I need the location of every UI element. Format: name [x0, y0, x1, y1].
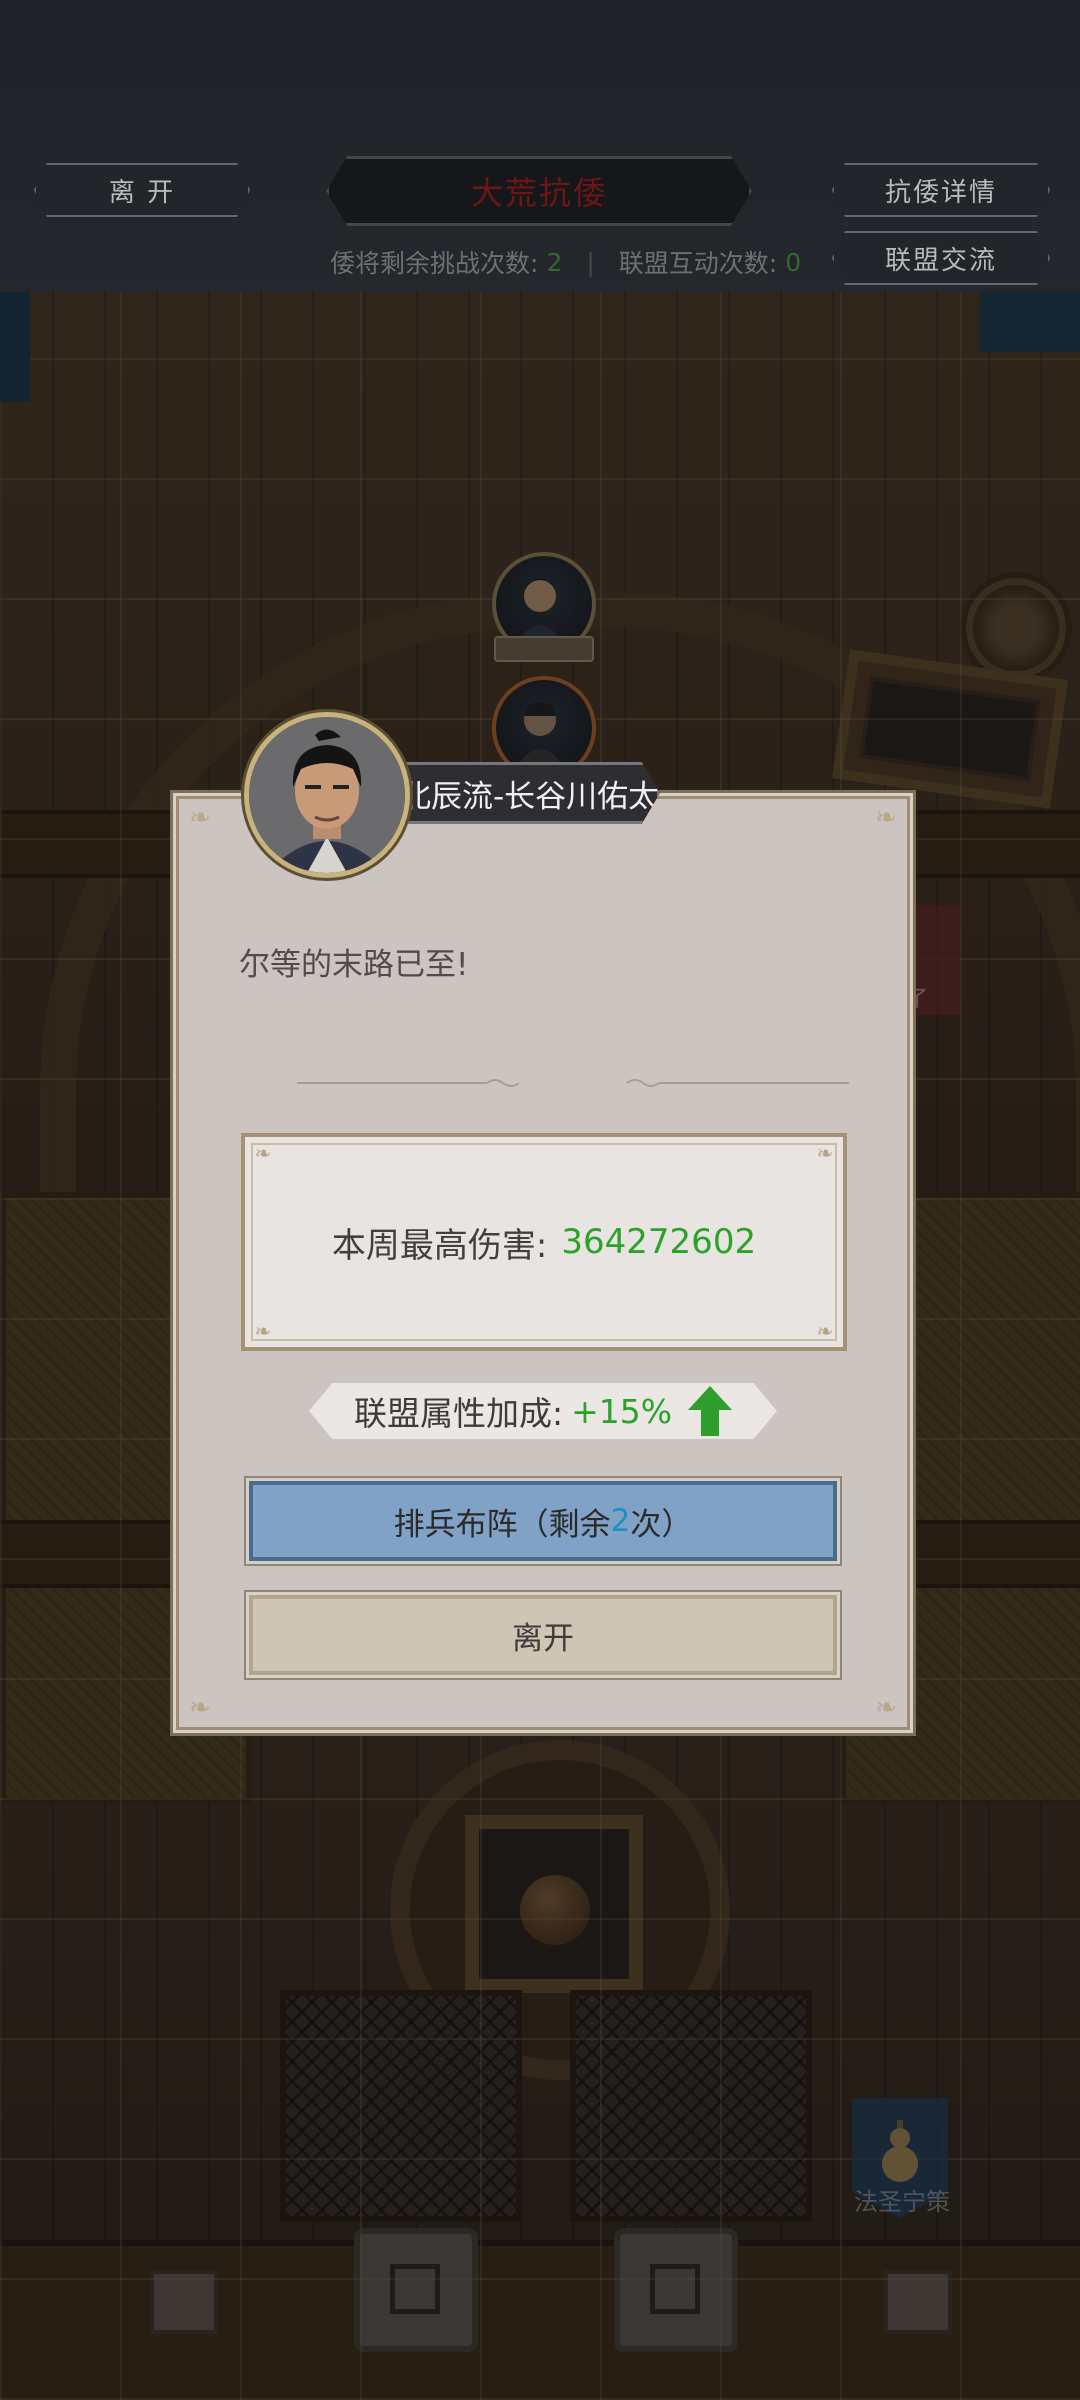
corner-ornament-icon: ❧ [875, 803, 897, 833]
weekly-damage-panel: ❧ ❧ ❧ ❧ 本周最高伤害: 364272602 [241, 1133, 847, 1351]
alliance-exchange-button[interactable]: 联盟交流 [832, 231, 1050, 285]
event-title-text: 大荒抗倭 [470, 174, 607, 212]
speaker-portrait [244, 712, 410, 878]
corner-ornament-icon: ❧ [816, 1319, 834, 1343]
corner-ornament-icon: ❧ [254, 1141, 272, 1165]
speaker-name: 北辰流-长谷川佑太 [400, 778, 660, 815]
details-button[interactable]: 抗倭详情 [832, 163, 1050, 217]
alliance-bonus-value: +15% [571, 1391, 673, 1431]
interact-count-label: 联盟互动次数: [618, 249, 778, 278]
boss-quote: 尔等的末路已至! [239, 947, 469, 983]
deploy-troops-button[interactable]: 排兵布阵（剩余 2 次） [249, 1481, 837, 1561]
counter-separator: | [586, 247, 595, 277]
challenge-count-label: 倭将剩余挑战次数: [330, 249, 539, 278]
divider-ornament-icon [297, 1079, 520, 1087]
leave-button-label: 离 开 [108, 177, 176, 208]
corner-ornament-icon: ❧ [189, 1693, 211, 1723]
alliance-bonus-label: 联盟属性加成: [353, 1394, 564, 1433]
corner-ornament-icon: ❧ [816, 1141, 834, 1165]
alliance-bonus-pill: 联盟属性加成: +15% [309, 1383, 777, 1439]
dialog-leave-label: 离开 [512, 1620, 574, 1657]
deploy-label-suffix: 次） [630, 1506, 693, 1543]
arrow-up-icon [688, 1386, 733, 1436]
event-title: 大荒抗倭 [326, 156, 752, 226]
details-button-label: 抗倭详情 [884, 177, 997, 208]
samurai-portrait-icon [249, 717, 405, 873]
deploy-remaining-count: 2 [610, 1503, 631, 1539]
dialog-leave-button[interactable]: 离开 [249, 1595, 837, 1675]
divider-ornament-icon [626, 1079, 849, 1087]
corner-ornament-icon: ❧ [189, 803, 211, 833]
corner-ornament-icon: ❧ [875, 1693, 897, 1723]
leave-button[interactable]: 离 开 [34, 163, 250, 217]
boss-dialog: ❧ ❧ ❧ ❧ 尔等的末路已至! ❧ ❧ ❧ ❧ 本周最高伤害: 3642726… [176, 796, 910, 1730]
alliance-exchange-label: 联盟交流 [884, 245, 997, 276]
deploy-label-prefix: 排兵布阵（剩余 [393, 1506, 611, 1543]
interact-count-value: 0 [785, 247, 802, 277]
counters: 倭将剩余挑战次数: 2 | 联盟互动次数: 0 [330, 244, 801, 280]
challenge-count-value: 2 [546, 247, 563, 277]
weekly-damage-label: 本周最高伤害: [331, 1225, 548, 1266]
top-bar: 离 开 大荒抗倭 抗倭详情 联盟交流 倭将剩余挑战次数: 2 | 联盟互动次数:… [0, 0, 1080, 292]
corner-ornament-icon: ❧ [254, 1319, 272, 1343]
weekly-damage-value: 364272602 [561, 1222, 757, 1262]
